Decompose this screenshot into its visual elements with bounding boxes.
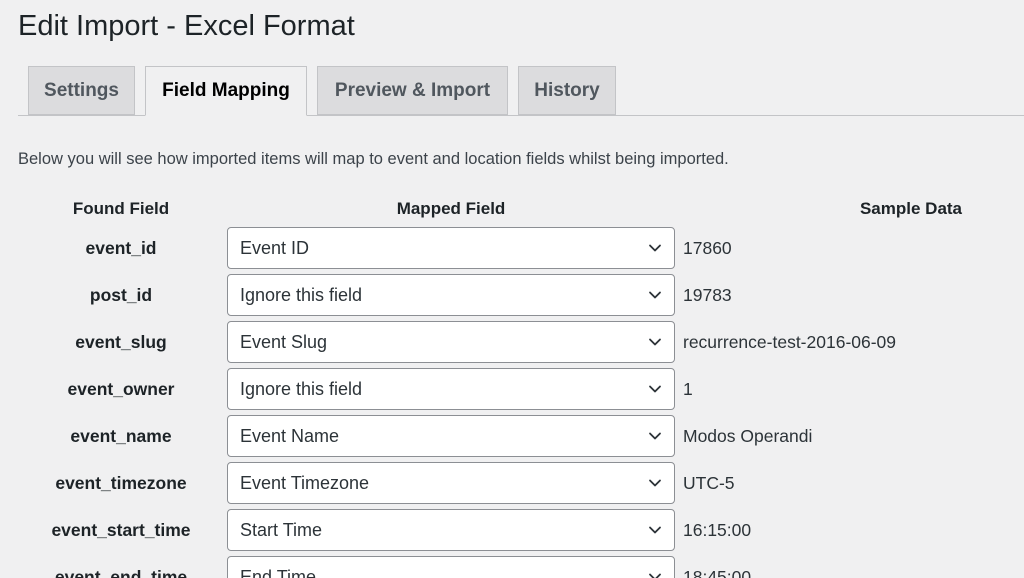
mapped-field-select[interactable]: Event Name: [227, 415, 675, 457]
found-field-name: event_id: [85, 238, 157, 258]
sample-data-value: UTC-5: [683, 473, 735, 493]
mapping-row: post_id Ignore this field 19783: [0, 274, 1024, 316]
found-field-name: event_end_time: [54, 567, 188, 578]
select-value: End Time: [240, 567, 317, 578]
chevron-down-icon: [649, 385, 661, 393]
mapped-field-select[interactable]: Start Time: [227, 509, 675, 551]
tab-bar: Settings Field Mapping Preview & Import …: [0, 66, 1024, 116]
found-field-name: event_timezone: [55, 473, 187, 493]
found-field-name: event_name: [70, 426, 172, 446]
found-field-name: event_owner: [67, 379, 175, 399]
sample-data-value: 17860: [683, 238, 732, 258]
mapped-field-select[interactable]: End Time: [227, 556, 675, 578]
chevron-down-icon: [649, 573, 661, 578]
sample-data-value: 18:45:00: [683, 567, 752, 578]
mapping-row: event_slug Event Slug recurrence-test-20…: [0, 321, 1024, 363]
sample-data-value: 1: [683, 379, 693, 399]
mapped-field-select[interactable]: Ignore this field: [227, 368, 675, 410]
mapping-row: event_start_time Start Time 16:15:00: [0, 509, 1024, 551]
chevron-down-icon: [649, 244, 661, 252]
mapped-field-select[interactable]: Ignore this field: [227, 274, 675, 316]
select-value: Event Name: [240, 426, 340, 446]
import-editor-page: Edit Import - Excel Format Settings Fiel…: [0, 0, 1024, 578]
select-value: Event ID: [240, 238, 310, 258]
header-sample-data: Sample Data: [859, 199, 963, 218]
found-field-name: event_slug: [75, 332, 167, 352]
intro-text: Below you will see how imported items wi…: [18, 150, 729, 168]
mapped-field-select[interactable]: Event Timezone: [227, 462, 675, 504]
chevron-down-icon: [649, 526, 661, 534]
found-field-name: post_id: [89, 285, 153, 305]
page-title: Edit Import - Excel Format: [18, 10, 355, 42]
header-mapped-field: Mapped Field: [396, 199, 506, 218]
found-field-name: event_start_time: [51, 520, 191, 540]
mapped-field-select[interactable]: Event Slug: [227, 321, 675, 363]
sample-data-value: recurrence-test-2016-06-09: [683, 332, 897, 352]
tab-preview-import[interactable]: Preview & Import: [317, 66, 508, 115]
mapping-row: event_end_time End Time 18:45:00: [0, 556, 1024, 578]
sample-data-value: Modos Operandi: [683, 426, 813, 446]
select-value: Ignore this field: [240, 285, 363, 305]
chevron-down-icon: [649, 432, 661, 440]
header-found-field: Found Field: [72, 199, 170, 218]
chevron-down-icon: [649, 338, 661, 346]
tab-history[interactable]: History: [518, 66, 616, 115]
tab-field-mapping[interactable]: Field Mapping: [145, 66, 307, 116]
select-value: Ignore this field: [240, 379, 363, 399]
tab-settings[interactable]: Settings: [28, 66, 135, 115]
sample-data-value: 19783: [683, 285, 732, 305]
mapping-row: event_timezone Event Timezone UTC-5: [0, 462, 1024, 504]
mapping-row: event_id Event ID 17860: [0, 227, 1024, 269]
mapping-row: event_owner Ignore this field 1: [0, 368, 1024, 410]
chevron-down-icon: [649, 479, 661, 487]
mapped-field-select[interactable]: Event ID: [227, 227, 675, 269]
mapping-row: event_name Event Name Modos Operandi: [0, 415, 1024, 457]
chevron-down-icon: [649, 291, 661, 299]
select-value: Event Timezone: [240, 473, 370, 493]
select-value: Start Time: [240, 520, 323, 540]
sample-data-value: 16:15:00: [683, 520, 752, 540]
select-value: Event Slug: [240, 332, 328, 352]
